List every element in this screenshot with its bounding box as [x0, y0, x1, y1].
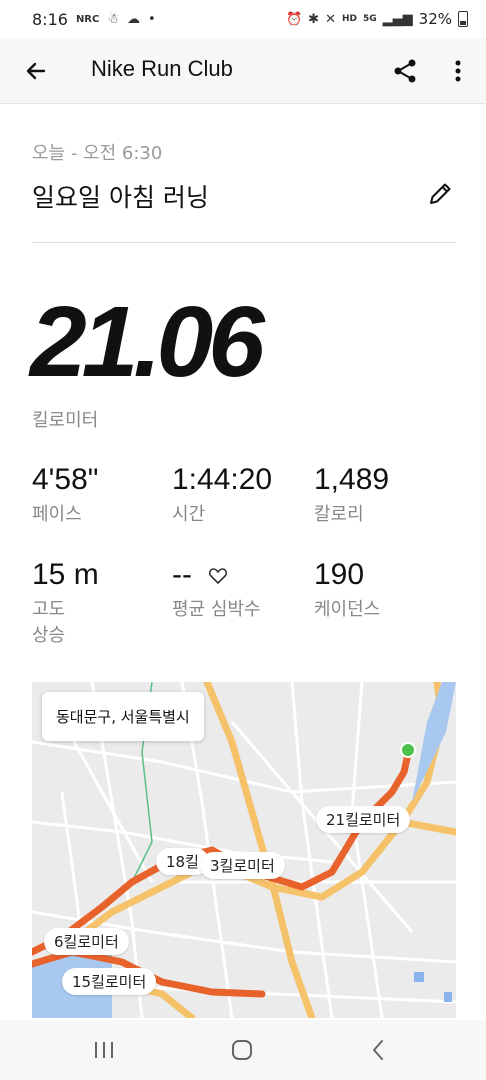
stat-calories: 1,489 칼로리	[314, 462, 389, 528]
system-nav-bar	[0, 1020, 486, 1080]
distance-value: 21.06	[30, 286, 265, 398]
heart-icon	[209, 568, 228, 584]
stat-value: 1,489	[314, 463, 390, 496]
app-bar: Nike Run Club	[0, 38, 486, 104]
stat-label: 시간	[172, 504, 206, 525]
recent-apps-button[interactable]	[84, 1032, 124, 1068]
home-button[interactable]	[222, 1032, 262, 1068]
5g-icon: 5G	[363, 14, 377, 24]
start-marker	[400, 742, 416, 758]
stat-label: 케이던스	[314, 599, 381, 620]
stat-value: 15 m	[32, 558, 99, 591]
distance-unit: 킬로미터	[32, 410, 99, 431]
stat-label: 칼로리	[314, 504, 364, 525]
stat-cadence: 190 케이던스	[314, 557, 380, 623]
map-marker-15km: 15킬로미터	[62, 968, 157, 995]
stat-value: 190	[314, 558, 365, 591]
chevron-left-icon	[373, 1040, 383, 1060]
back-button[interactable]	[20, 55, 52, 87]
home-icon	[232, 1040, 252, 1060]
stat-elevation: 15 m 고도 상승	[32, 557, 99, 649]
status-bar: 8:16 NRC ☃ ☁ • ⏰ ✱ ✕ HD 5G ▂▄▆ 32%	[0, 0, 486, 38]
map-location-label: 동대문구, 서울특별시	[42, 692, 204, 741]
stat-time: 1:44:20 시간	[172, 462, 272, 528]
cloud-icon: ☁	[127, 11, 141, 27]
more-vertical-icon	[455, 60, 461, 82]
stat-label: 고도 상승	[32, 599, 66, 646]
stat-value: 4'58"	[32, 463, 99, 496]
stat-value: 1:44:20	[172, 463, 273, 496]
battery-icon	[458, 11, 468, 27]
system-back-button[interactable]	[358, 1032, 398, 1068]
stat-pace: 4'58" 페이스	[32, 462, 98, 528]
stat-label: 페이스	[32, 504, 82, 525]
signal-icon: ▂▄▆	[382, 11, 413, 27]
route-map[interactable]: 동대문구, 서울특별시 21킬로미터 18킬 3킬로미터 6킬로미터 15킬로미…	[32, 682, 456, 1018]
alarm-icon: ⏰	[285, 11, 303, 27]
mute-icon: ✕	[325, 11, 336, 27]
app-title: Nike Run Club	[91, 56, 233, 81]
battery-percent: 32%	[418, 10, 452, 28]
stat-heart-rate: -- 평균 심박수	[172, 557, 261, 623]
map-marker-3km: 3킬로미터	[200, 852, 285, 879]
divider	[32, 242, 456, 243]
back-arrow-icon	[26, 62, 46, 80]
more-options-button[interactable]	[444, 55, 472, 87]
bluetooth-icon: ✱	[308, 11, 320, 27]
share-button[interactable]	[389, 55, 421, 87]
share-icon	[394, 59, 416, 83]
stat-value: --	[172, 558, 192, 591]
status-time: 8:16	[32, 9, 68, 29]
recent-apps-icon	[95, 1042, 113, 1058]
hd-voice-icon: HD	[341, 14, 357, 24]
notification-icon: ☃	[107, 11, 120, 27]
edit-name-button[interactable]	[424, 178, 456, 210]
stat-label: 평균 심박수	[172, 599, 261, 620]
pencil-icon	[430, 183, 451, 204]
nrc-app-icon: NRC	[75, 13, 100, 25]
map-marker-6km: 6킬로미터	[44, 928, 129, 955]
map-marker-21km: 21킬로미터	[316, 806, 411, 833]
activity-date: 오늘 - 오전 6:30	[32, 143, 163, 164]
dot-icon: •	[148, 11, 156, 27]
activity-name: 일요일 아침 러닝	[32, 183, 209, 212]
